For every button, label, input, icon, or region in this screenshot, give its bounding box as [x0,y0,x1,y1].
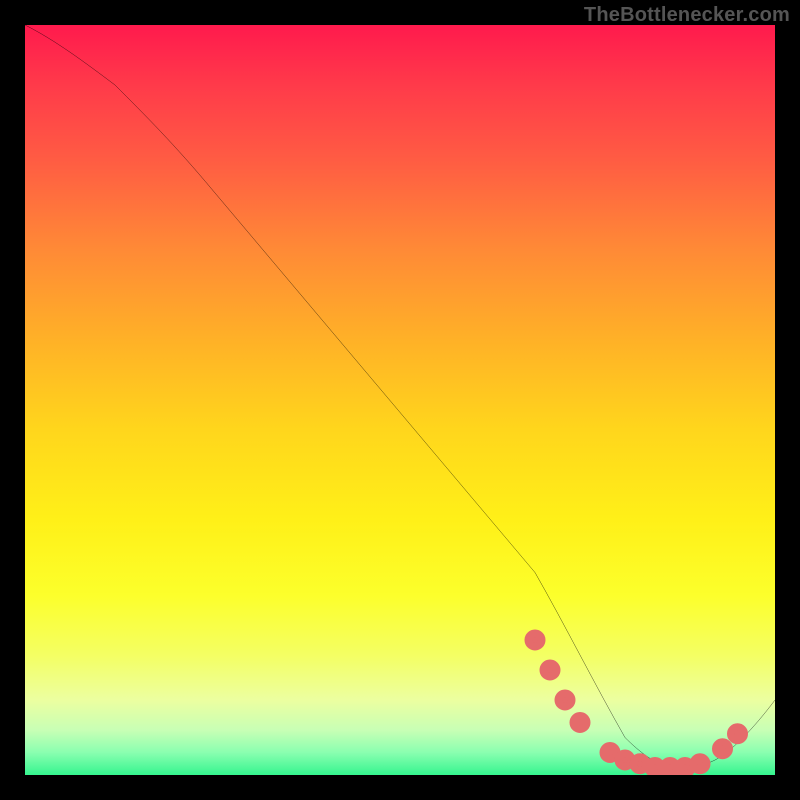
marker-dot [693,757,707,771]
watermark-text: TheBottlenecker.com [584,4,790,27]
marker-dot [603,746,617,760]
chart-wrapper: TheBottlenecker.com [0,0,800,800]
curve-path [25,25,775,768]
highlight-points-group [528,633,744,774]
plot-area [25,25,775,775]
marker-dot [558,693,572,707]
marker-dot [543,663,557,677]
marker-dot [716,742,730,756]
chart-svg [25,25,775,775]
marker-dot [528,633,542,647]
marker-dot [731,727,745,741]
marker-dot [573,716,587,730]
